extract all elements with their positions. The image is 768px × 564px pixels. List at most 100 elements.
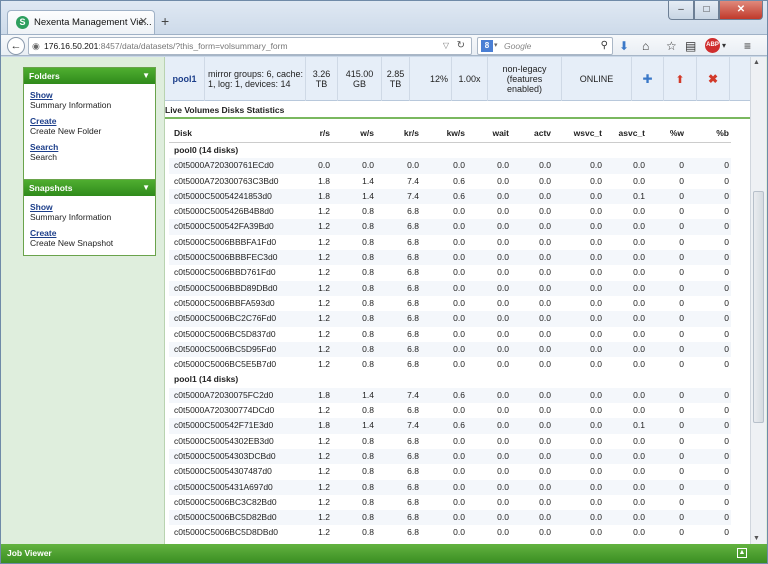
scroll-up-icon[interactable]: ▲ <box>753 59 760 66</box>
close-window-button[interactable]: ✕ <box>719 1 763 20</box>
menu-icon[interactable]: ≡ <box>744 38 751 54</box>
column-header[interactable]: Disk <box>174 128 284 138</box>
column-header[interactable]: kr/s <box>379 128 419 138</box>
column-header[interactable]: actv <box>513 128 551 138</box>
disk-name-cell: c0t5000C5006BBBFA1Fd0 <box>174 236 277 247</box>
stat-cell: 0.0 <box>590 496 602 507</box>
search-go-icon[interactable]: ⚲ <box>601 40 608 51</box>
pool-group-rows: c0t5000A720300761ECd0 0.0 0.0 0.0 0.0 0.0 0.0 0… <box>169 158 731 372</box>
stat-cell: 0.8 <box>362 282 374 293</box>
search-bar[interactable]: 8 ▾ Google ⚲ <box>477 37 613 55</box>
search-engine-dropdown-icon[interactable]: ▾ <box>494 41 498 49</box>
navigation-toolbar: ← ◉ 176.16.50.201:8457/data/datasets/?th… <box>1 34 767 56</box>
stat-cell: 0.8 <box>362 435 374 446</box>
stat-cell: 0.0 <box>453 206 465 217</box>
stat-cell: 0.0 <box>633 267 645 278</box>
window-controls: – □ ✕ <box>668 1 763 20</box>
minimize-button[interactable]: – <box>668 1 694 20</box>
table-row: c0t5000A72030075FC2d0 1.8 1.4 7.4 0.6 0.0 0.0 0… <box>169 387 731 404</box>
job-viewer-bar[interactable]: Job Viewer ▲ <box>1 544 767 563</box>
folders-create-link[interactable]: Create <box>30 116 155 126</box>
home-icon[interactable]: ⌂ <box>642 38 649 54</box>
column-header[interactable]: r/s <box>286 128 330 138</box>
column-header[interactable]: w/s <box>332 128 374 138</box>
reload-icon[interactable]: ↻ <box>457 40 465 51</box>
stat-cell: 0.0 <box>539 252 551 263</box>
stat-cell: 1.8 <box>318 389 330 400</box>
column-header[interactable]: %b <box>691 128 729 138</box>
table-row: c0t5000C5006BBBFEC3d0 1.2 0.8 6.8 0.0 0.0 0.0 0… <box>169 250 731 266</box>
scroll-down-icon[interactable]: ▼ <box>753 535 760 542</box>
table-row: c0t5000C5006BC3C82Bd0 1.2 0.8 6.8 0.0 0.0 0.0 0… <box>169 495 731 510</box>
stat-cell: 0.0 <box>497 527 509 538</box>
column-header[interactable]: wait <box>469 128 509 138</box>
stat-cell: 0.0 <box>590 450 602 461</box>
maximize-button[interactable]: □ <box>694 1 719 20</box>
stat-cell: 0.0 <box>633 435 645 446</box>
snapshots-show-link[interactable]: Show <box>30 202 155 212</box>
folders-show-item: Show Summary Information <box>24 84 155 110</box>
pool-export-icon[interactable]: ⬆ <box>664 57 697 101</box>
scrollbar-thumb[interactable] <box>753 191 764 423</box>
stat-cell: 0.0 <box>590 343 602 354</box>
column-header[interactable]: %w <box>647 128 684 138</box>
disk-name-cell: c0t5000C5006BC5D837d0 <box>174 328 276 339</box>
stat-cell: 1.4 <box>362 389 374 400</box>
adblock-icon[interactable]: ABP <box>705 38 720 53</box>
stat-cell: 0.0 <box>539 206 551 217</box>
back-button[interactable]: ← <box>7 37 25 55</box>
url-dropdown-icon[interactable]: ▽ <box>443 41 449 50</box>
stat-cell: 0.0 <box>590 466 602 477</box>
vertical-scrollbar[interactable]: ▲ ▼ <box>750 57 766 544</box>
table-row: c0t5000C5006BC5D8DBd0 1.2 0.8 6.8 0.0 0.0 0.0 0… <box>169 525 731 540</box>
snapshots-create-link[interactable]: Create <box>30 228 155 238</box>
pool-name[interactable]: pool1 <box>165 57 205 101</box>
stat-cell: 0.0 <box>539 527 551 538</box>
column-header[interactable]: asvc_t <box>607 128 645 138</box>
url-bar[interactable]: ◉ 176.16.50.201:8457/data/datasets/?this… <box>28 37 472 55</box>
stat-cell: 0.0 <box>497 512 509 523</box>
stat-cell: 1.2 <box>318 481 330 492</box>
stat-cell: 0 <box>679 267 684 278</box>
column-header[interactable]: kw/s <box>427 128 465 138</box>
stat-cell: 0.0 <box>453 282 465 293</box>
pool-expand-icon[interactable]: ✚ <box>632 57 664 101</box>
stat-cell: 0.0 <box>590 206 602 217</box>
stat-cell: 1.2 <box>318 282 330 293</box>
stat-cell: 0.0 <box>590 160 602 171</box>
bookmark-star-icon[interactable]: ☆ <box>666 38 677 54</box>
stat-cell: 0.0 <box>633 236 645 247</box>
stat-cell: 0 <box>679 328 684 339</box>
stat-cell: 0.0 <box>539 512 551 523</box>
stat-cell: 0.0 <box>497 297 509 308</box>
search-engine-icon[interactable]: 8 <box>481 40 493 52</box>
pool-delete-icon[interactable]: ✖ <box>697 57 730 101</box>
close-tab-icon[interactable]: ✕ <box>139 15 148 28</box>
download-icon[interactable]: ⬇ <box>619 38 629 54</box>
stat-cell: 0.6 <box>453 389 465 400</box>
browser-tab[interactable]: S Nexenta Management Vie... ✕ <box>7 10 155 34</box>
collapse-arrow-icon[interactable]: ▼ <box>142 68 150 84</box>
stat-cell: 0.0 <box>633 297 645 308</box>
pool-group-row: pool1 (14 disks) <box>169 372 731 388</box>
stat-cell: 0.0 <box>453 512 465 523</box>
collapse-arrow-icon[interactable]: ▼ <box>142 180 150 196</box>
stat-cell: 0.8 <box>362 297 374 308</box>
expand-icon[interactable]: ▲ <box>737 548 747 558</box>
folders-show-link[interactable]: Show <box>30 90 155 100</box>
pool-version: non-legacy (features enabled) <box>488 57 562 101</box>
snapshots-header[interactable]: Snapshots ▼ <box>24 180 155 196</box>
stat-cell: 0.0 <box>539 343 551 354</box>
stat-cell: 0.0 <box>453 481 465 492</box>
folders-search-link[interactable]: Search <box>30 142 155 152</box>
stat-cell: 6.8 <box>407 267 419 278</box>
stat-cell: 0 <box>724 405 729 416</box>
table-row: c0t5000C50054303DCBd0 1.2 0.8 6.8 0.0 0.0 0.0 0… <box>169 448 731 465</box>
bookmarks-menu-icon[interactable]: ▤ <box>685 38 696 54</box>
column-header[interactable]: wsvc_t <box>554 128 602 138</box>
adblock-dropdown-icon[interactable]: ▾ <box>722 38 726 54</box>
new-tab-button[interactable]: + <box>161 13 169 29</box>
folders-header[interactable]: Folders ▼ <box>24 68 155 84</box>
stat-cell: 0 <box>724 435 729 446</box>
stat-cell: 0.0 <box>539 328 551 339</box>
